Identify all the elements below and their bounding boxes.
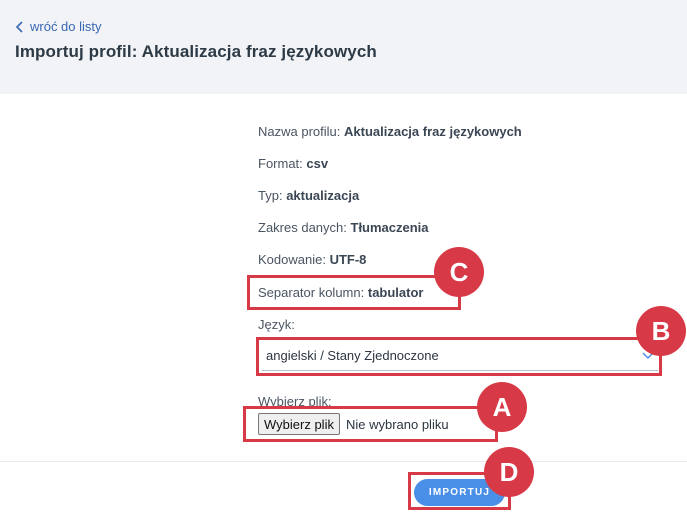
scope-value: Tłumaczenia [350,220,429,235]
separator-value: tabulator [367,285,424,300]
back-link-label: wróć do listy [30,19,102,34]
chevron-left-icon [15,20,23,33]
scope-row: Zakres danych: Tłumaczenia [258,220,429,235]
type-value: aktualizacja [286,188,360,203]
marker-b-badge: B [636,306,686,356]
back-to-list-link[interactable]: wróć do listy [15,19,102,34]
format-value: csv [306,156,329,171]
format-row: Format: csv [258,156,328,171]
encoding-row: Kodowanie: UTF-8 [258,252,366,267]
type-label: Typ: [258,188,283,203]
profile-name-row: Nazwa profilu: Aktualizacja fraz językow… [258,124,522,139]
language-select[interactable]: angielski / Stany Zjednoczone [262,341,658,371]
marker-d-badge: D [484,447,534,497]
separator-label: Separator kolumn: [258,285,365,300]
type-row: Typ: aktualizacja [258,188,359,203]
page-title: Importuj profil: Aktualizacja fraz język… [15,42,377,61]
marker-a-badge: A [477,382,527,432]
encoding-value: UTF-8 [329,252,367,267]
profile-name-value: Aktualizacja fraz językowych [344,124,522,139]
marker-c-badge: C [434,247,484,297]
encoding-label: Kodowanie: [258,252,326,267]
choose-file-button[interactable]: Wybierz plik [258,413,340,435]
page-header: wróć do listy Importuj profil: Aktualiza… [0,0,687,94]
file-label: Wybierz plik: [258,394,332,409]
language-selected-value: angielski / Stany Zjednoczone [266,348,439,363]
language-label: Język: [258,317,295,332]
file-input[interactable]: Wybierz plik Nie wybrano pliku [258,413,449,435]
scope-label: Zakres danych: [258,220,347,235]
import-profile-page: wróć do listy Importuj profil: Aktualiza… [0,0,687,520]
file-status: Nie wybrano pliku [345,416,449,432]
footer-divider [0,461,687,462]
format-label: Format: [258,156,303,171]
separator-row: Separator kolumn: tabulator [258,285,423,300]
profile-name-label: Nazwa profilu: [258,124,341,139]
